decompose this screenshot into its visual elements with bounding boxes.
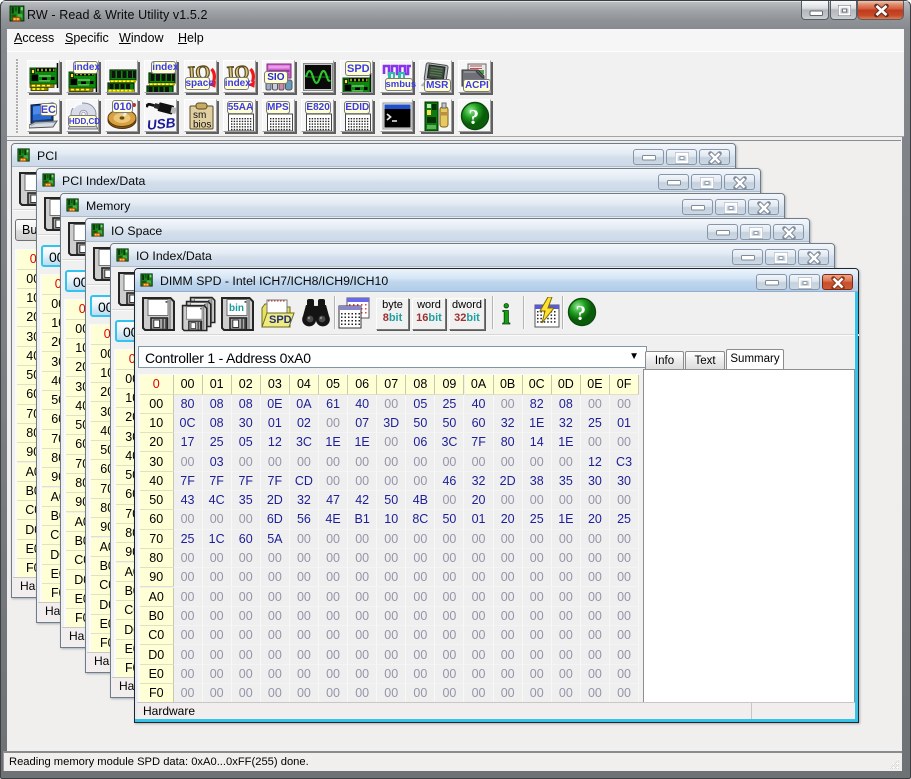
svg-text:USB: USB <box>147 115 177 131</box>
svg-text:?: ? <box>468 105 479 129</box>
svg-text:bios: bios <box>193 120 211 131</box>
svg-text:SPD: SPD <box>269 314 292 326</box>
svg-text:bin: bin <box>229 303 244 314</box>
svg-text:?: ? <box>576 301 587 325</box>
svg-text:i: i <box>502 298 510 328</box>
